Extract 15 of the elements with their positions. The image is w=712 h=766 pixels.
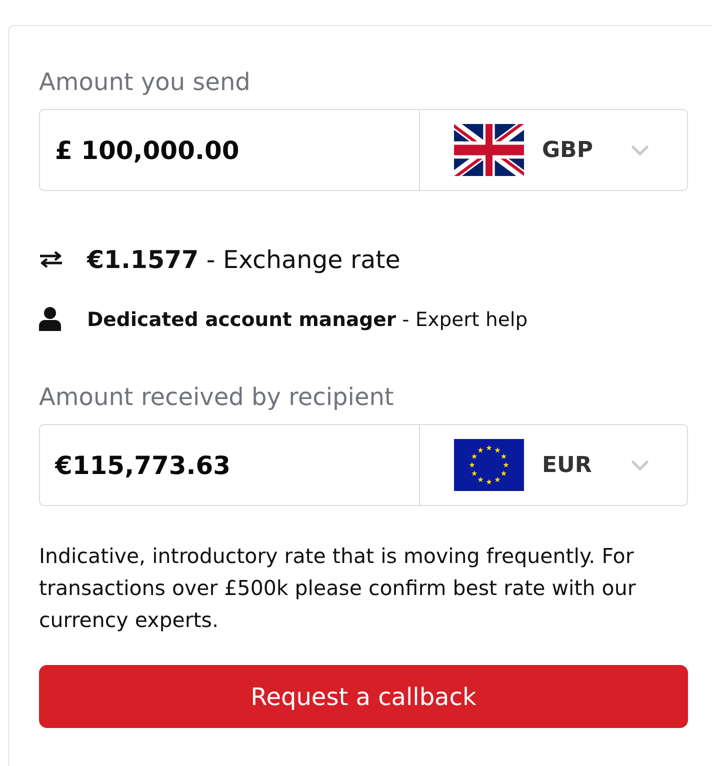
exchange-arrows-icon <box>39 250 63 268</box>
field-label: Amount you send <box>39 67 252 97</box>
person-icon <box>39 307 61 331</box>
eu-flag-icon <box>454 439 524 491</box>
callback-button[interactable]: Request a callback <box>39 665 688 728</box>
chevron-down-icon <box>631 460 649 470</box>
field-label: Amount received by recipient <box>39 382 395 412</box>
disclaimer-text: Indicative, introductory rate that is moving frequently. For transactions over £500k please confirm best rate with our currency experts. <box>39 543 637 634</box>
currency-select[interactable]: GBP <box>420 109 688 191</box>
uk-flag-icon <box>454 124 524 176</box>
feature-text: Dedicated account manager - Expert help <box>87 308 528 330</box>
chevron-down-icon <box>631 144 649 156</box>
feature-text: €1.1577 - Exchange rate <box>87 244 400 274</box>
amount-input[interactable]: £ 100,000.00 <box>39 109 420 191</box>
currency-select[interactable]: EUR <box>420 424 688 506</box>
